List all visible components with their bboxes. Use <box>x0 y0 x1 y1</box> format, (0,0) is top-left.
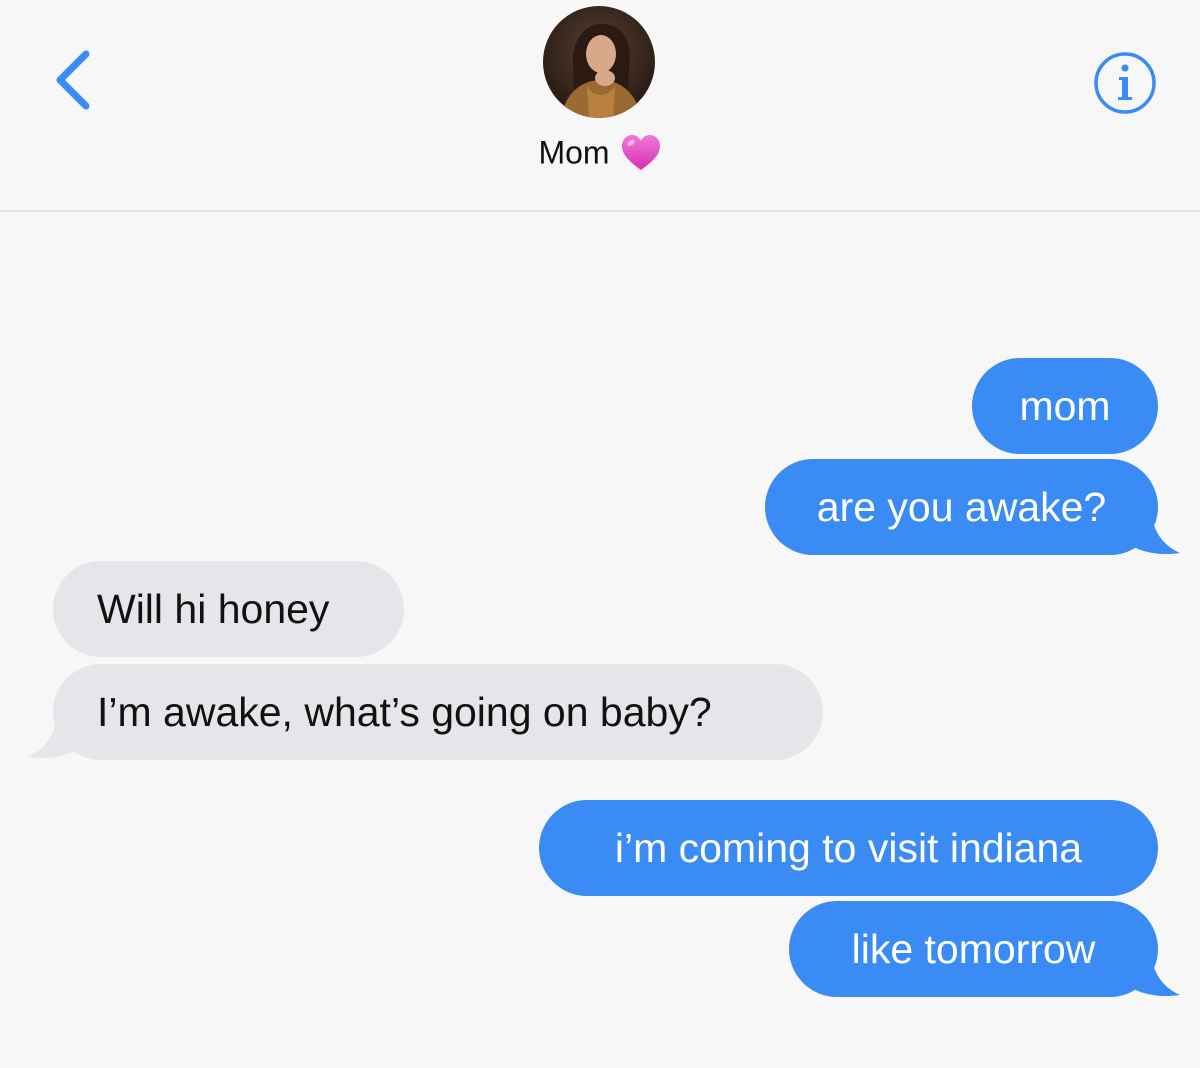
info-icon <box>1094 52 1156 114</box>
contact-avatar[interactable] <box>543 6 655 118</box>
back-button[interactable] <box>48 46 104 114</box>
info-button[interactable] <box>1092 50 1158 116</box>
sent-message-bubble[interactable]: like tomorrow <box>789 901 1158 997</box>
sent-message-bubble[interactable]: are you awake? <box>765 459 1158 555</box>
message-text: like tomorrow <box>851 926 1096 972</box>
sent-message-bubble[interactable]: mom <box>972 358 1158 454</box>
sent-bubble-tail <box>1126 506 1180 555</box>
message-text: i’m coming to visit indiana <box>614 825 1083 871</box>
conversation-header: Mom <box>0 0 1200 212</box>
message-text: are you awake? <box>816 484 1107 530</box>
message-text: mom <box>1019 383 1111 429</box>
sent-message-bubble[interactable]: i’m coming to visit indiana <box>539 800 1158 896</box>
contact-name: Mom <box>538 134 610 171</box>
contact-name-row[interactable]: Mom <box>0 128 1200 175</box>
pink-heart-icon <box>621 134 660 170</box>
chevron-left-icon <box>56 50 90 110</box>
received-message-bubble[interactable]: I’m awake, what’s going on baby? <box>53 664 823 760</box>
received-bubble-tail <box>28 710 82 759</box>
message-text: I’m awake, what’s going on baby? <box>97 689 712 735</box>
sent-bubble-tail <box>1126 948 1180 997</box>
message-text: Will hi honey <box>97 586 330 632</box>
received-message-bubble[interactable]: Will hi honey <box>53 561 404 657</box>
